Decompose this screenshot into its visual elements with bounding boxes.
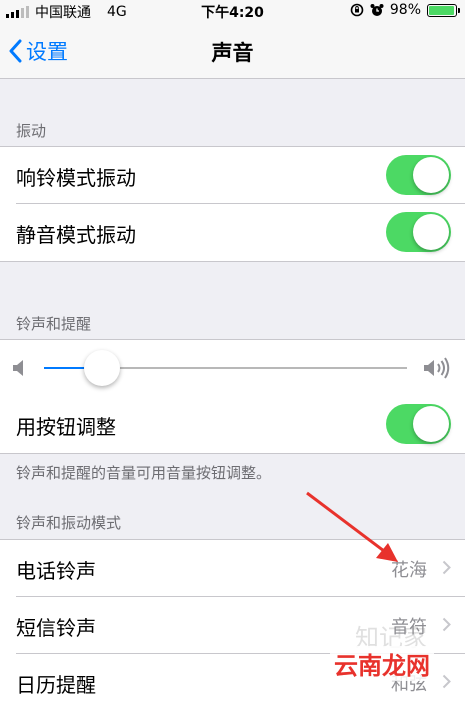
change-with-buttons-label: 用按钮调整 xyxy=(16,415,116,439)
text-tone-label: 短信铃声 xyxy=(16,616,96,640)
change-with-buttons-toggle[interactable] xyxy=(386,404,451,444)
status-bar: 中国联通 4G 下午4:20 98% xyxy=(0,0,465,22)
ringtone-row[interactable]: 电话铃声 花海 xyxy=(0,540,465,597)
volume-slider[interactable] xyxy=(44,350,407,386)
silent-vibrate-toggle[interactable] xyxy=(386,212,451,252)
rotation-lock-icon xyxy=(350,3,364,17)
volume-slider-thumb[interactable] xyxy=(84,350,121,386)
watermark-logo: 云南龙网 xyxy=(330,646,434,681)
volume-slider-row xyxy=(0,340,465,396)
chevron-right-icon xyxy=(442,560,451,575)
status-right: 98% xyxy=(350,2,460,18)
navigation-bar: 设置 声音 xyxy=(0,22,465,79)
ring-vibrate-row: 响铃模式振动 xyxy=(0,147,465,204)
volume-high-icon xyxy=(424,357,450,379)
toggle-knob xyxy=(413,157,449,193)
toggle-knob xyxy=(413,406,449,442)
page-title: 声音 xyxy=(211,41,254,65)
ring-vibrate-toggle[interactable] xyxy=(386,155,451,195)
ringtone-value: 花海 xyxy=(391,560,427,581)
change-with-buttons-row: 用按钮调整 xyxy=(0,396,465,453)
ringer-group: 用按钮调整 xyxy=(0,339,465,454)
toggle-knob xyxy=(413,214,449,250)
ringtone-label: 电话铃声 xyxy=(16,559,96,583)
battery-fill xyxy=(429,5,455,15)
ringer-footer-note: 铃声和提醒的音量可用音量按钮调整。 xyxy=(16,464,272,482)
vibration-group: 响铃模式振动 静音模式振动 xyxy=(0,146,465,262)
volume-low-icon xyxy=(13,360,23,376)
chevron-right-icon xyxy=(442,617,451,632)
chevron-right-icon xyxy=(442,674,451,689)
alarm-icon xyxy=(370,4,384,16)
section-header-ringer: 铃声和提醒 xyxy=(16,315,92,333)
silent-vibrate-label: 静音模式振动 xyxy=(16,223,136,247)
battery-icon xyxy=(427,3,460,17)
ring-vibrate-label: 响铃模式振动 xyxy=(16,166,136,190)
calendar-alert-label: 日历提醒 xyxy=(16,673,96,697)
section-header-patterns: 铃声和振动模式 xyxy=(16,514,122,532)
silent-vibrate-row: 静音模式振动 xyxy=(0,204,465,261)
battery-percent: 98% xyxy=(389,2,421,18)
section-header-vibration: 振动 xyxy=(16,122,47,140)
